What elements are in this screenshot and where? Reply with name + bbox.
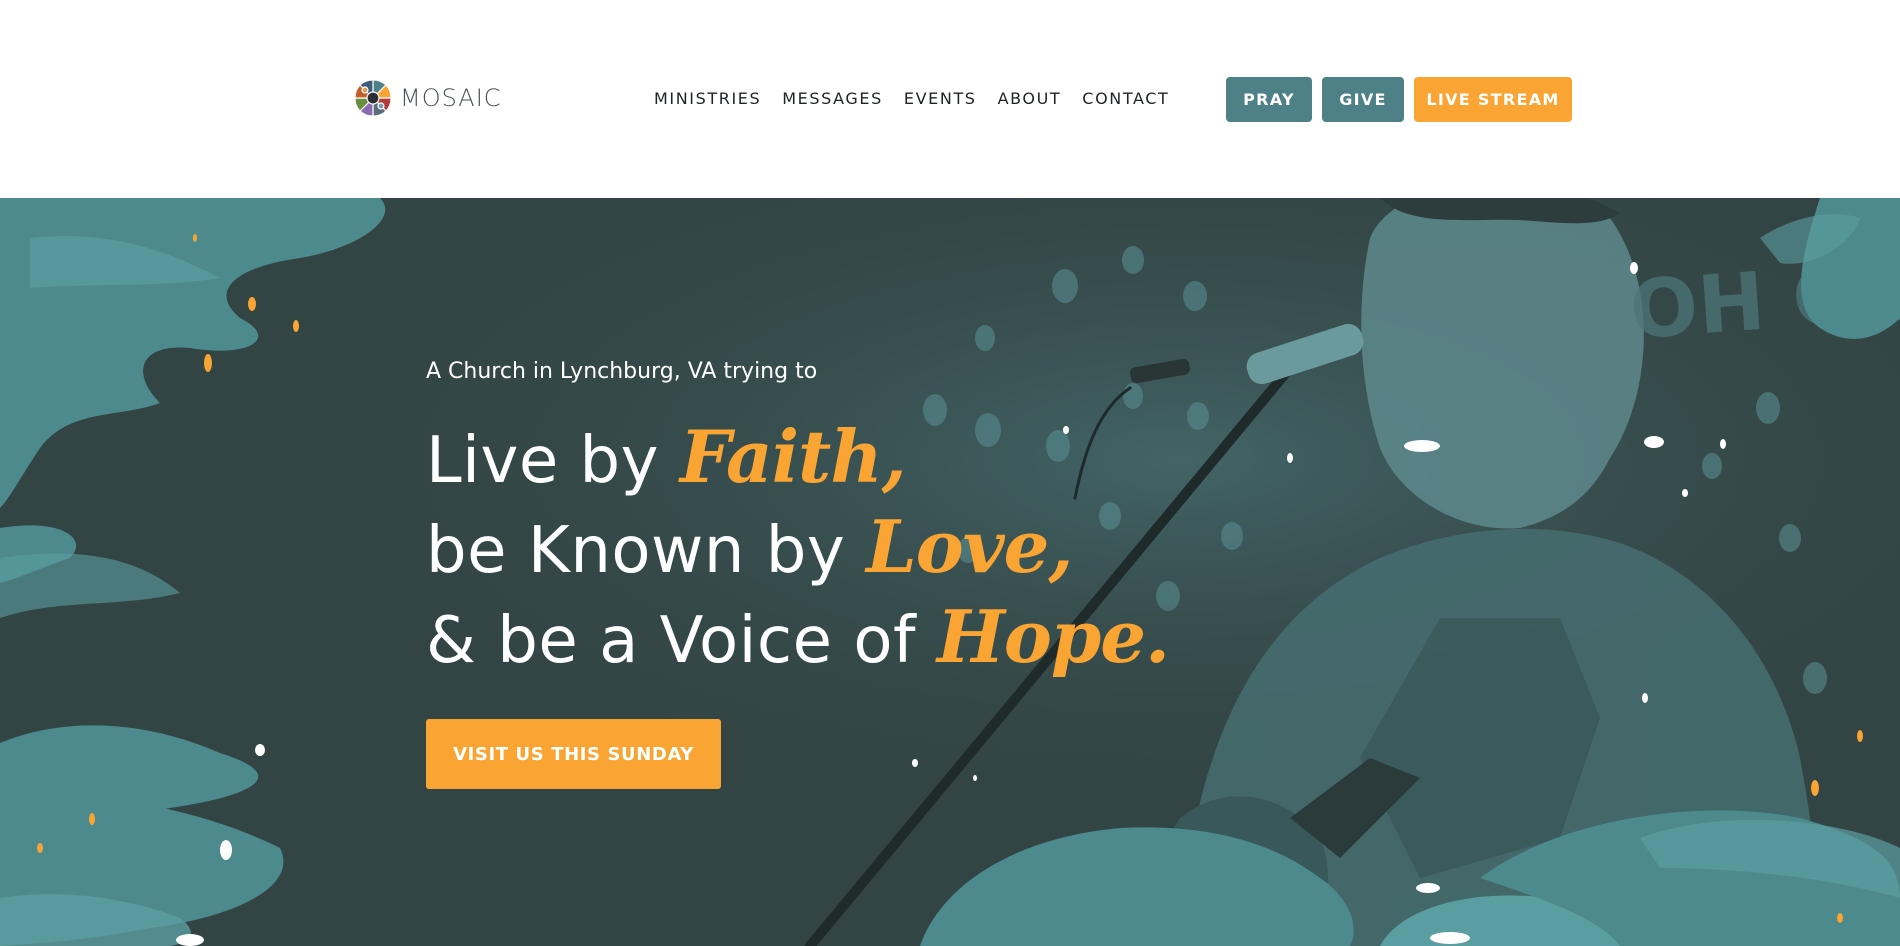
nav-item-about[interactable]: ABOUT [998,88,1062,110]
headline-accent-hope: Hope. [936,594,1170,679]
hero-content: A Church in Lynchburg, VA trying to Live… [426,358,1170,789]
headline-line-2: be Known by Love, [426,504,1073,589]
nav-item-events[interactable]: EVENTS [904,88,977,110]
nav-item-contact[interactable]: CONTACT [1082,88,1169,110]
main-nav: MINISTRIES MESSAGES EVENTS ABOUT CONTACT [654,88,1169,110]
mosaic-logo-icon [354,79,392,117]
visit-us-button[interactable]: VISIT US THIS SUNDAY [426,719,721,789]
give-button[interactable]: GIVE [1322,77,1404,122]
headline-line-2-text: be Known by [426,514,867,588]
hero-tagline: A Church in Lynchburg, VA trying to [426,359,818,384]
headline-line-3: & be a Voice of Hope. [426,594,1170,679]
headline-line-1: Live by Faith, [426,414,907,499]
logo-text: MOSAIC [400,84,502,112]
headline-accent-love: Love, [866,504,1073,589]
nav-item-messages[interactable]: MESSAGES [782,88,883,110]
headline-line-1-text: Live by [426,424,680,498]
pray-button[interactable]: PRAY [1226,77,1312,122]
logo[interactable]: MOSAIC [353,78,502,118]
headline-line-3-text: & be a Voice of [426,604,937,678]
nav-item-ministries[interactable]: MINISTRIES [654,88,761,110]
headline-accent-faith: Faith, [679,414,907,499]
site-header: MOSAIC MINISTRIES MESSAGES EVENTS ABOUT … [0,0,1900,198]
hero-section: OH GOD YO [0,198,1900,946]
live-stream-button[interactable]: LIVE STREAM [1414,77,1572,122]
hero-headline: Live by Faith, be Known by Love, & be a … [426,414,1170,684]
